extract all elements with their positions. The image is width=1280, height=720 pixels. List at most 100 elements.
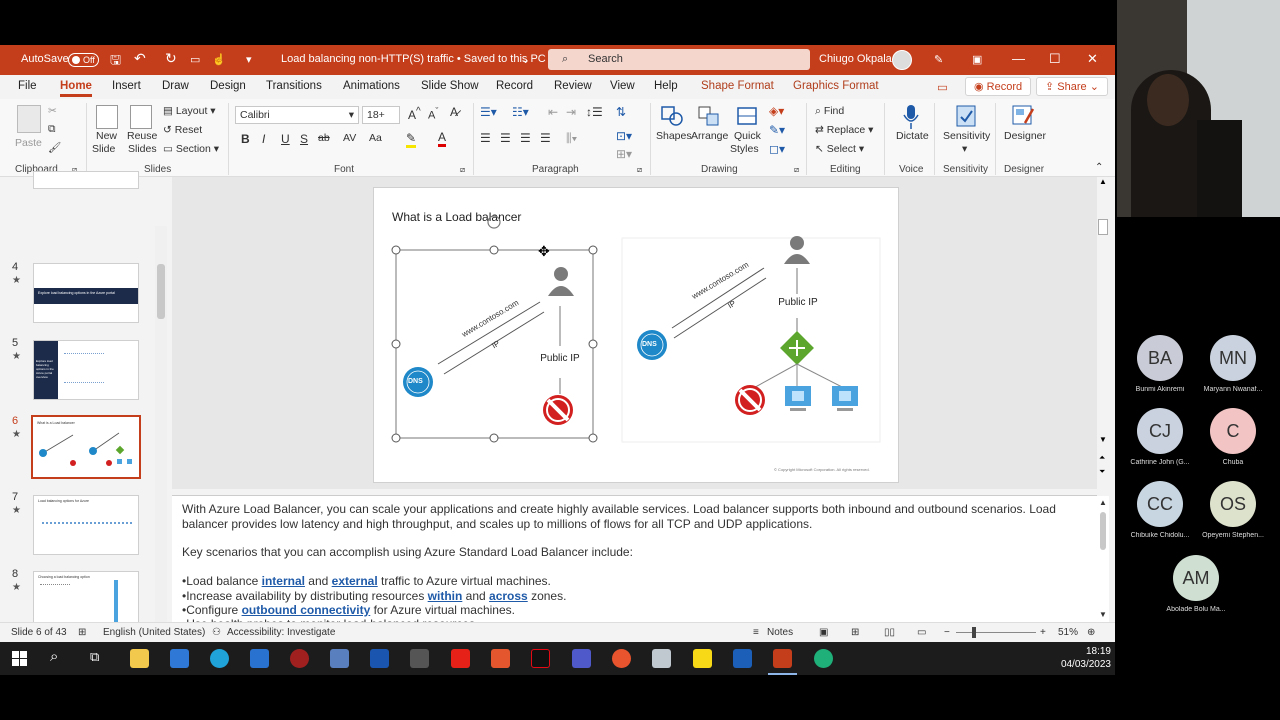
undo-icon[interactable]: ↶ (134, 50, 146, 67)
tab-insert[interactable]: Insert (112, 80, 141, 92)
reading-view-icon[interactable]: ▯▯ (884, 627, 895, 638)
previous-slide-icon[interactable]: ⏶ (1099, 453, 1105, 463)
scroll-down-icon[interactable]: ▼ (1099, 435, 1107, 444)
format-painter-icon[interactable]: 🖌 (48, 141, 61, 154)
task-view-icon[interactable]: ⧉ (90, 649, 99, 665)
participant[interactable]: CC Chibuike Chidolu... (1124, 481, 1196, 539)
slide-thumb-5[interactable]: Explore load balancing options in the Az… (33, 340, 139, 400)
avatar[interactable] (892, 50, 912, 70)
collapse-ribbon-icon[interactable]: ⌃ (1095, 162, 1103, 173)
edge-icon[interactable] (210, 649, 229, 668)
shadow-button[interactable]: S (300, 132, 308, 146)
align-left-icon[interactable]: ☰ (480, 131, 491, 145)
app-icon[interactable] (290, 649, 309, 668)
shape-outline-icon[interactable]: ✎▾ (769, 123, 785, 137)
slideshow-icon[interactable]: ▭ (917, 627, 926, 638)
normal-view-icon[interactable]: ▣ (819, 627, 828, 638)
youtube-icon[interactable] (451, 649, 470, 668)
line-spacing-icon[interactable]: ↕☰ (586, 105, 603, 119)
zoom-level[interactable]: 51% (1058, 627, 1078, 638)
search-icon[interactable]: ⌕ (50, 648, 58, 665)
shapes-button[interactable]: Shapes (656, 130, 692, 142)
tab-view[interactable]: View (610, 80, 635, 92)
notes-button[interactable]: Notes (767, 627, 793, 638)
participant[interactable]: OS Opeyemi Stephen... (1197, 481, 1269, 539)
quick-styles-icon[interactable] (735, 105, 759, 127)
close-icon[interactable]: ✕ (1087, 51, 1098, 67)
text-direction-icon[interactable]: ⇅ (616, 105, 626, 119)
system-clock[interactable]: 18:19 04/03/2023 (1061, 645, 1111, 671)
zoom-in-icon[interactable]: + (1040, 627, 1046, 638)
participant[interactable]: AM Abolade Bolu Ma... (1160, 555, 1232, 613)
language-status[interactable]: English (United States) (103, 627, 205, 638)
reuse-slides-icon[interactable] (130, 105, 152, 129)
shapes-icon[interactable] (660, 105, 684, 127)
touch-mode-icon[interactable]: ☝ (212, 53, 226, 66)
bullets-icon[interactable]: ☰▾ (480, 105, 497, 119)
customize-qat-icon[interactable]: ▾ (246, 53, 252, 66)
tab-slide-show[interactable]: Slide Show (421, 80, 479, 92)
cut-icon[interactable]: ✂ (48, 105, 57, 117)
decrease-font-icon[interactable]: Aˇ (428, 106, 438, 122)
section-button[interactable]: ▭ Section ▾ (163, 143, 219, 155)
accessibility-icon[interactable]: ⚇ (212, 627, 221, 638)
powerpoint-icon[interactable] (773, 649, 792, 668)
paste-button[interactable]: Paste (15, 137, 42, 149)
tab-graphics-format[interactable]: Graphics Format (793, 80, 879, 92)
security-icon[interactable] (370, 649, 389, 668)
new-slide-line2[interactable]: Slide (92, 143, 115, 155)
sensitivity-button[interactable]: Sensitivity (943, 130, 990, 142)
smartart-icon[interactable]: ⊞▾ (616, 147, 632, 161)
scroll-up-icon[interactable]: ▲ (1099, 177, 1107, 186)
copy-icon[interactable]: ⧉ (48, 123, 56, 136)
justify-icon[interactable]: ☰ (540, 131, 551, 145)
align-center-icon[interactable]: ☰ (500, 131, 511, 145)
slide-thumb-4[interactable]: Explore load balancing options in the Az… (33, 263, 139, 323)
chrome-icon[interactable] (814, 649, 833, 668)
teams-icon[interactable] (572, 649, 591, 668)
increase-font-icon[interactable]: A^ (408, 106, 421, 122)
tab-draw[interactable]: Draw (162, 80, 189, 92)
app-icon[interactable] (652, 649, 671, 668)
share-button[interactable]: ⇪ Share ⌄ (1036, 77, 1108, 96)
arrange-icon[interactable] (697, 105, 721, 127)
tab-home[interactable]: Home (60, 80, 92, 97)
layout-button[interactable]: ▤ Layout ▾ (163, 105, 216, 117)
slide-thumb-3[interactable] (33, 171, 139, 189)
zoom-slider[interactable] (956, 627, 1036, 638)
app-icon[interactable] (733, 649, 752, 668)
new-slide-line1[interactable]: New (96, 130, 117, 142)
font-launcher-icon[interactable]: ⧄ (460, 165, 465, 175)
highlight-icon[interactable]: ✎ (406, 131, 417, 148)
italic-button[interactable]: I (262, 132, 265, 146)
reset-button[interactable]: ↺ Reset (163, 124, 202, 136)
slide-sorter-icon[interactable]: ⊞ (851, 627, 859, 638)
search-input[interactable]: ⌕ Search (548, 49, 810, 70)
redo-icon[interactable]: ↻ (165, 50, 177, 67)
fit-to-window-icon[interactable]: ⊕ (1087, 627, 1095, 638)
tab-shape-format[interactable]: Shape Format (701, 80, 774, 92)
select-button[interactable]: ↖ Select ▾ (815, 143, 864, 155)
increase-indent-icon[interactable]: ⇥ (566, 105, 576, 119)
underline-button[interactable]: U (281, 132, 290, 146)
paste-icon[interactable] (17, 105, 41, 133)
tab-transitions[interactable]: Transitions (266, 80, 322, 92)
character-spacing-icon[interactable]: AV (343, 132, 356, 144)
sticky-notes-icon[interactable] (693, 649, 712, 668)
reuse-slides-line2[interactable]: Slides (128, 143, 157, 155)
tab-file[interactable]: File (18, 80, 37, 92)
quick-styles-line2[interactable]: Styles (730, 143, 759, 155)
dictate-button[interactable]: Dictate (896, 130, 929, 142)
tab-animations[interactable]: Animations (343, 80, 400, 92)
columns-icon[interactable]: ⫼▾ (566, 131, 577, 146)
paragraph-launcher-icon[interactable]: ⧄ (637, 165, 642, 175)
drawing-launcher-icon[interactable]: ⧄ (794, 165, 799, 175)
replace-button[interactable]: ⇄ Replace ▾ (815, 124, 873, 136)
tab-help[interactable]: Help (654, 80, 678, 92)
app-icon[interactable] (491, 649, 510, 668)
new-slide-icon[interactable] (96, 105, 118, 129)
autosave-toggle[interactable]: Off (68, 53, 99, 67)
shape-fill-icon[interactable]: ◈▾ (769, 104, 784, 118)
app-icon[interactable] (330, 649, 349, 668)
slide-thumb-7[interactable]: Load balancing options for Azure (33, 495, 139, 555)
